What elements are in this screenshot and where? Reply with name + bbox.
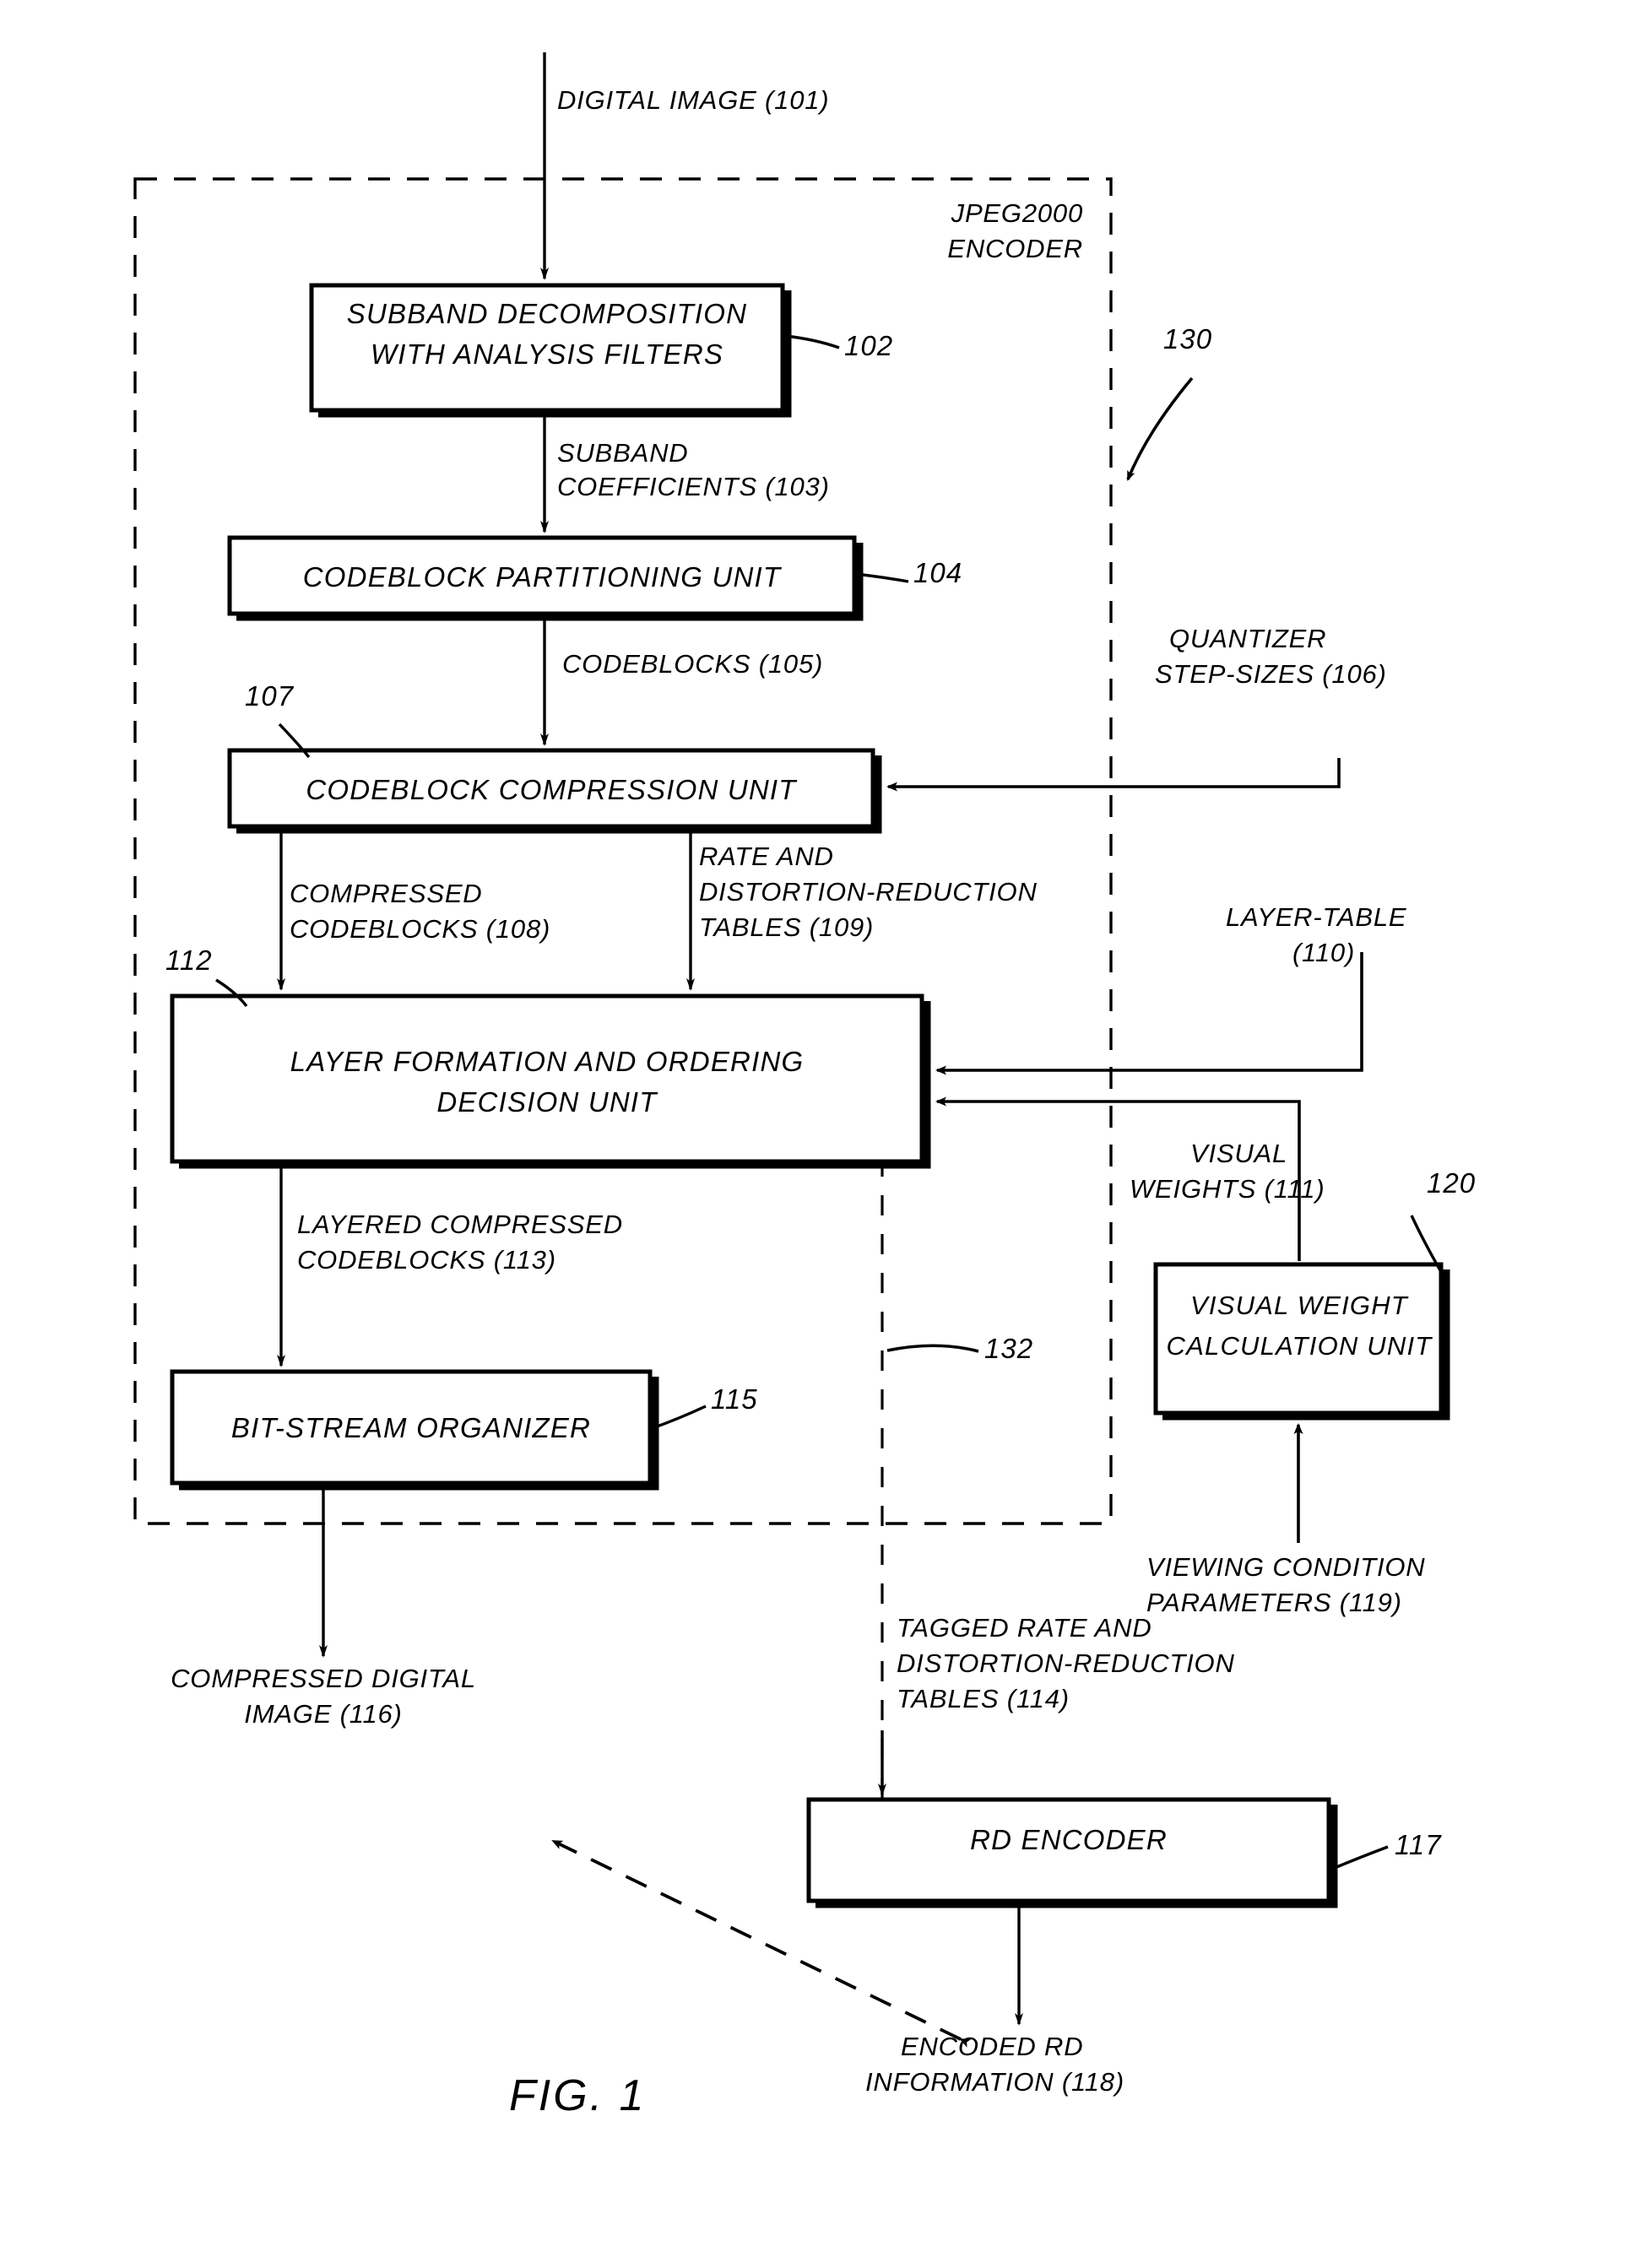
leader-132: [886, 1344, 979, 1353]
block-120-label-line1: VISUAL WEIGHT: [1190, 1291, 1408, 1320]
flow-label-layer-table-line2: (110): [1292, 938, 1356, 967]
flowchart-canvas: [133, 52, 1450, 2048]
flow-label-viewing-condition-line2: PARAMETERS (119): [1146, 1588, 1402, 1617]
ref-number-115: 115: [711, 1383, 758, 1415]
flow-label-codeblocks: CODEBLOCKS (105): [562, 649, 824, 679]
flow-label-rd-tables-line2: DISTORTION-REDUCTION: [699, 877, 1038, 907]
block-112-label-line1: LAYER FORMATION AND ORDERING: [290, 1046, 805, 1077]
block-115-label: BIT-STREAM ORGANIZER: [230, 1412, 592, 1443]
flow-label-tagged-rd-tables-line1: TAGGED RATE AND: [897, 1613, 1152, 1643]
block-102-label-line1: SUBBAND DECOMPOSITION: [346, 298, 748, 329]
flow-label-layered-codeblocks-line2: CODEBLOCKS (113): [297, 1245, 556, 1275]
ref-number-130: 130: [1163, 323, 1213, 355]
flow-label-visual-weights-line1: VISUAL: [1190, 1139, 1288, 1168]
block-107-label: CODEBLOCK COMPRESSION UNIT: [306, 774, 797, 805]
arrow-106: [886, 758, 1341, 792]
ref-number-107: 107: [245, 680, 295, 712]
block-102-label-line2: WITH ANALYSIS FILTERS: [370, 338, 724, 370]
block-117-label: RD ENCODER: [970, 1824, 1168, 1855]
flow-label-layered-codeblocks-line1: LAYERED COMPRESSED: [297, 1210, 623, 1239]
flow-label-quantizer-step-sizes-line1: QUANTIZER: [1169, 624, 1327, 653]
ref-number-117: 117: [1395, 1829, 1442, 1860]
encoder-title-line2: ENCODER: [947, 234, 1083, 263]
figure-caption: FIG. 1: [509, 2071, 647, 2120]
flow-label-compressed-image-line1: COMPRESSED DIGITAL: [171, 1664, 476, 1693]
ref-number-112: 112: [165, 945, 213, 976]
flow-label-viewing-condition-line1: VIEWING CONDITION: [1146, 1552, 1426, 1582]
flow-label-encoded-rd-line2: INFORMATION (118): [865, 2067, 1124, 2097]
encoder-title-line1: JPEG2000: [951, 198, 1083, 228]
ref-number-120: 120: [1427, 1167, 1477, 1199]
flow-label-subband-coefficients-line2: COEFFICIENTS (103): [557, 472, 830, 501]
flow-label-compressed-codeblocks-line2: CODEBLOCKS (108): [290, 914, 551, 944]
flow-label-rd-tables-line1: RATE AND: [699, 842, 834, 871]
flow-label-digital-image: DIGITAL IMAGE (101): [557, 85, 830, 115]
flow-label-quantizer-step-sizes-line2: STEP-SIZES (106): [1155, 659, 1387, 689]
block-120-label-line2: CALCULATION UNIT: [1166, 1331, 1433, 1361]
ref-number-102: 102: [844, 330, 894, 361]
flow-label-encoded-rd-line1: ENCODED RD: [901, 2032, 1084, 2061]
block-112-label-line2: DECISION UNIT: [436, 1086, 658, 1118]
ref-number-132: 132: [984, 1333, 1034, 1364]
flow-label-visual-weights-line2: WEIGHTS (111): [1130, 1174, 1325, 1204]
flow-label-tagged-rd-tables-line3: TABLES (114): [897, 1684, 1070, 1713]
flow-label-rd-tables-line3: TABLES (109): [699, 912, 875, 942]
flow-label-subband-coefficients-line1: SUBBAND: [557, 438, 689, 468]
ref-number-104: 104: [913, 557, 963, 588]
flow-label-compressed-codeblocks-line1: COMPRESSED: [290, 879, 483, 908]
block-104-label: CODEBLOCK PARTITIONING UNIT: [302, 561, 782, 593]
patent-figure-page: DIGITAL IMAGE (101) JPEG2000 ENCODER SUB…: [0, 0, 1631, 2268]
flow-label-layer-table-line1: LAYER-TABLE: [1226, 902, 1407, 932]
arrow-110: [935, 952, 1363, 1075]
flow-label-compressed-image-line2: IMAGE (116): [244, 1699, 403, 1729]
flow-label-tagged-rd-tables-line2: DISTORTION-REDUCTION: [897, 1648, 1235, 1678]
leader-130: [1126, 376, 1194, 481]
